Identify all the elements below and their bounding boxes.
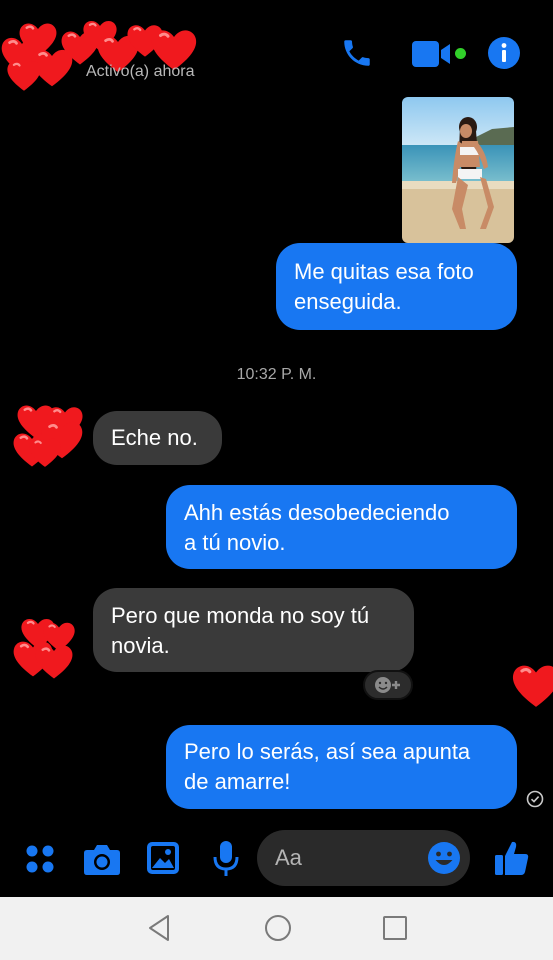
message-bubble-outgoing[interactable]: Pero lo serás, así sea apunta de amarre! xyxy=(166,725,517,809)
microphone-icon[interactable] xyxy=(212,839,240,884)
gallery-icon[interactable] xyxy=(146,841,180,880)
heart-sticker xyxy=(511,660,553,717)
message-bubble-incoming[interactable]: Eche no. xyxy=(93,411,222,465)
recents-icon[interactable] xyxy=(381,913,409,948)
info-icon[interactable] xyxy=(487,36,521,70)
message-line: a tú novio. xyxy=(184,530,286,555)
message-line: Pero que monda no soy tú xyxy=(111,603,370,628)
phone-icon[interactable] xyxy=(340,36,374,70)
message-input[interactable] xyxy=(275,842,425,874)
message-line: Pero lo serás, así sea apunta xyxy=(184,739,471,764)
timestamp: 10:32 P. M. xyxy=(236,366,317,383)
message-line: Me quitas esa foto xyxy=(294,259,474,284)
apps-grid-icon[interactable] xyxy=(24,843,56,880)
message-line: enseguida. xyxy=(294,289,402,314)
emoji-icon[interactable] xyxy=(427,841,461,880)
message-bubble-outgoing[interactable]: Me quitas esa foto enseguida. xyxy=(276,243,517,330)
chat-header: Activo(a) ahora xyxy=(0,0,553,95)
message-line: de amarre! xyxy=(184,769,291,794)
contact-avatar[interactable] xyxy=(10,400,86,477)
message-bubble-incoming[interactable]: Pero que monda no soy tú novia. xyxy=(93,588,414,672)
system-navigation-bar xyxy=(0,897,553,960)
thumbs-up-icon[interactable] xyxy=(494,839,530,882)
message-line: Eche no. xyxy=(111,425,198,450)
add-reaction-button[interactable] xyxy=(363,670,413,700)
sent-photo[interactable] xyxy=(402,97,514,243)
active-indicator xyxy=(455,48,466,59)
contact-avatar[interactable] xyxy=(10,612,80,689)
message-bubble-outgoing[interactable]: Ahh estás desobedeciendo a tú novio. xyxy=(166,485,517,569)
message-line: Ahh estás desobedeciendo xyxy=(184,500,450,525)
heart-stickers-cover xyxy=(0,14,210,94)
video-icon[interactable] xyxy=(412,40,456,68)
camera-icon[interactable] xyxy=(83,842,121,881)
composer-bar xyxy=(0,825,553,895)
sent-check-icon xyxy=(526,790,544,813)
message-input-wrapper xyxy=(257,830,470,886)
message-line: novia. xyxy=(111,633,170,658)
back-icon[interactable] xyxy=(146,913,172,948)
home-icon[interactable] xyxy=(263,913,293,948)
active-status: Activo(a) ahora xyxy=(86,63,195,80)
